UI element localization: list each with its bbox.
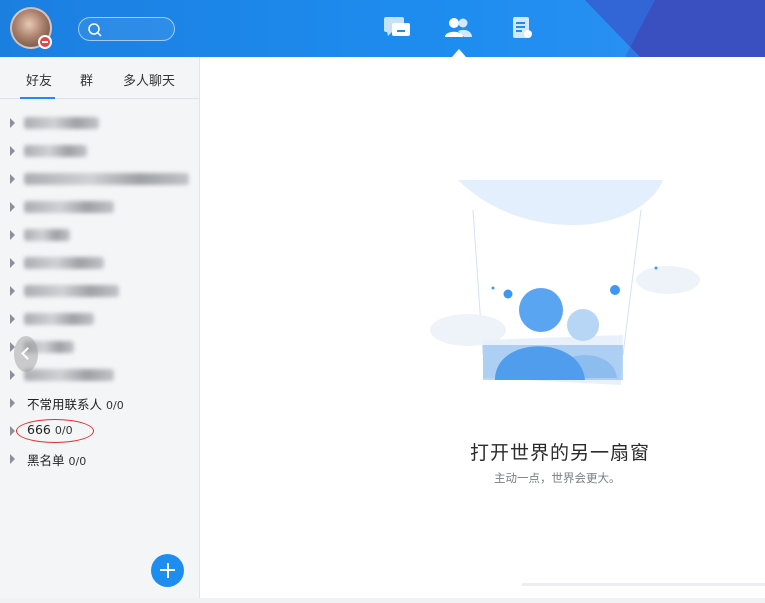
- group-count: 0/0: [106, 399, 124, 412]
- caret-right-icon: [10, 286, 15, 296]
- caret-right-icon: [10, 146, 15, 156]
- group-label: 黑名单 0/0: [27, 450, 86, 469]
- sidebar-tabs: 好友 群 多人聊天: [0, 57, 199, 99]
- blurred-text: [24, 257, 104, 269]
- blurred-text: [24, 173, 189, 185]
- friend-group-uncommon[interactable]: 不常用联系人 0/0: [0, 389, 200, 417]
- app-window: 好友 群 多人聊天 不常用联系人 0/0 666 0/0 黑名单 0/0 打开世…: [0, 0, 765, 603]
- friend-group-blurred[interactable]: [0, 221, 200, 249]
- blurred-text: [24, 201, 114, 213]
- group-name: 黑名单: [27, 453, 65, 468]
- search-icon: [88, 23, 102, 37]
- caret-right-icon: [10, 398, 15, 408]
- blurred-text: [24, 285, 119, 297]
- document-icon: [513, 17, 532, 38]
- caret-right-icon: [10, 454, 15, 464]
- contacts-icon: [445, 18, 472, 37]
- caret-right-icon: [10, 174, 15, 184]
- contacts-sidebar: 好友 群 多人聊天 不常用联系人 0/0 666 0/0 黑名单 0/0: [0, 57, 200, 603]
- caret-right-icon: [10, 314, 15, 324]
- blurred-text: [24, 229, 70, 241]
- collapse-handle-icon[interactable]: [14, 336, 38, 372]
- caret-right-icon: [10, 258, 15, 268]
- header-corner-decoration: [585, 0, 765, 57]
- top-bar: [0, 0, 765, 57]
- status-badge-icon: [38, 35, 52, 49]
- friend-group-blurred[interactable]: [0, 109, 200, 137]
- tab-multi-chat[interactable]: 多人聊天: [123, 70, 175, 89]
- blurred-text: [24, 117, 99, 129]
- blurred-text: [24, 145, 87, 157]
- highlight-annotation: [16, 419, 94, 443]
- caret-right-icon: [10, 202, 15, 212]
- group-count: 0/0: [68, 455, 87, 468]
- nav-messages[interactable]: [381, 14, 413, 42]
- chat-bubbles-icon: [384, 17, 410, 36]
- friend-group-blurred[interactable]: [0, 305, 200, 333]
- balloon-illustration-icon: [430, 180, 700, 385]
- caret-right-icon: [10, 230, 15, 240]
- friend-group-list: 不常用联系人 0/0 666 0/0 黑名单 0/0: [0, 109, 200, 473]
- nav-contacts[interactable]: [442, 14, 474, 42]
- window-bottom-edge: [0, 598, 765, 603]
- friend-group-blurred[interactable]: [0, 165, 200, 193]
- friend-group-blurred[interactable]: [0, 137, 200, 165]
- friend-group-blurred[interactable]: [0, 277, 200, 305]
- blurred-text: [24, 369, 114, 381]
- caret-right-icon: [10, 370, 15, 380]
- blurred-text: [24, 313, 94, 325]
- tab-groups[interactable]: 群: [80, 70, 93, 89]
- active-tab-indicator: [20, 97, 55, 99]
- friend-group-blurred[interactable]: [0, 193, 200, 221]
- group-name: 不常用联系人: [27, 397, 103, 412]
- add-contact-button[interactable]: [151, 554, 184, 587]
- divider: [522, 583, 765, 586]
- search-input[interactable]: [78, 17, 175, 41]
- active-nav-pointer: [452, 49, 466, 57]
- empty-state-title: 打开世界的另一扇窗: [470, 442, 651, 464]
- friend-group-blacklist[interactable]: 黑名单 0/0: [0, 445, 200, 473]
- caret-right-icon: [10, 118, 15, 128]
- nav-notes[interactable]: [506, 14, 538, 42]
- friend-group-blurred[interactable]: [0, 249, 200, 277]
- caret-right-icon: [10, 426, 15, 436]
- group-label: 不常用联系人 0/0: [27, 394, 124, 413]
- empty-state-subtitle: 主动一点，世界会更大。: [494, 471, 621, 485]
- tab-friends[interactable]: 好友: [26, 70, 52, 89]
